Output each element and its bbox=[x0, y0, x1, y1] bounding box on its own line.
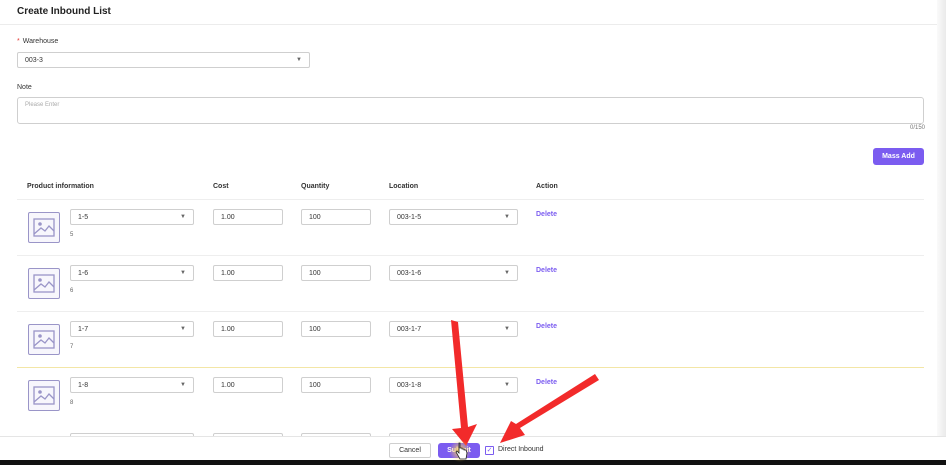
chevron-down-icon: ▼ bbox=[504, 270, 510, 276]
location-select[interactable]: 003-1-6 ▼ bbox=[389, 265, 518, 281]
chevron-down-icon: ▼ bbox=[180, 270, 186, 276]
quantity-input[interactable]: 100 bbox=[301, 377, 371, 393]
delete-link[interactable]: Delete bbox=[536, 267, 557, 274]
location-select[interactable]: 003-1-7 ▼ bbox=[389, 321, 518, 337]
title-divider bbox=[0, 24, 946, 25]
note-char-counter: 0/150 bbox=[909, 125, 925, 131]
direct-inbound-checkbox[interactable]: ✓ bbox=[485, 446, 494, 455]
image-placeholder-icon bbox=[28, 324, 60, 355]
quantity-input[interactable]: 100 bbox=[301, 265, 371, 281]
product-select[interactable]: 1-5 ▼ bbox=[70, 209, 194, 225]
product-sub-label: 5 bbox=[70, 232, 74, 238]
chevron-down-icon: ▼ bbox=[180, 214, 186, 220]
col-header-action: Action bbox=[536, 183, 558, 190]
location-select[interactable]: 003-1-5 ▼ bbox=[389, 209, 518, 225]
chevron-down-icon: ▼ bbox=[296, 57, 302, 63]
col-header-product: Product information bbox=[27, 183, 94, 190]
submit-button[interactable]: Submit bbox=[438, 443, 480, 458]
checkmark-icon: ✓ bbox=[486, 447, 493, 454]
chevron-down-icon: ▼ bbox=[504, 382, 510, 388]
product-value: 1-6 bbox=[78, 269, 89, 277]
delete-link[interactable]: Delete bbox=[536, 323, 557, 330]
location-select[interactable]: 003-1-8 ▼ bbox=[389, 377, 518, 393]
warehouse-select[interactable]: 003-3 ▼ bbox=[17, 52, 310, 68]
product-sub-label: 6 bbox=[70, 288, 74, 294]
mass-add-button[interactable]: Mass Add bbox=[873, 148, 924, 165]
cancel-button[interactable]: Cancel bbox=[389, 443, 431, 458]
cost-input[interactable]: 1.00 bbox=[213, 377, 283, 393]
image-placeholder-icon bbox=[28, 212, 60, 243]
required-marker: * bbox=[17, 38, 20, 45]
direct-inbound-label: Direct Inbound bbox=[498, 446, 544, 453]
cost-input[interactable]: 1.00 bbox=[213, 321, 283, 337]
chevron-down-icon: ▼ bbox=[504, 326, 510, 332]
note-label: Note bbox=[17, 84, 32, 91]
image-placeholder-icon bbox=[28, 268, 60, 299]
bottom-edge-bar bbox=[0, 460, 946, 465]
product-value: 1-7 bbox=[78, 325, 89, 333]
product-sub-label: 8 bbox=[70, 400, 74, 406]
product-select[interactable]: 1-8 ▼ bbox=[70, 377, 194, 393]
delete-link[interactable]: Delete bbox=[536, 379, 557, 386]
location-value: 003-1-5 bbox=[397, 213, 422, 221]
cost-input[interactable]: 1.00 bbox=[213, 265, 283, 281]
delete-link[interactable]: Delete bbox=[536, 211, 557, 218]
location-value: 003-1-8 bbox=[397, 381, 422, 389]
product-sub-label: 7 bbox=[70, 344, 74, 350]
quantity-input[interactable]: 100 bbox=[301, 321, 371, 337]
product-select[interactable]: 1-6 ▼ bbox=[70, 265, 194, 281]
col-header-cost: Cost bbox=[213, 183, 229, 190]
col-header-location: Location bbox=[389, 183, 419, 190]
location-value: 003-1-7 bbox=[397, 325, 422, 333]
table-row: 1-7 ▼ 7 1.00 100 003-1-7 ▼ Delete bbox=[17, 312, 924, 368]
warehouse-label: Warehouse bbox=[22, 38, 59, 45]
chevron-down-icon: ▼ bbox=[504, 214, 510, 220]
footer-bar: Cancel Submit ✓ Direct Inbound bbox=[0, 436, 946, 460]
location-value: 003-1-6 bbox=[397, 269, 422, 277]
product-value: 1-5 bbox=[78, 213, 89, 221]
warehouse-value: 003-3 bbox=[25, 56, 43, 64]
note-textarea[interactable]: Please Enter bbox=[17, 97, 924, 124]
table-row: 1-6 ▼ 6 1.00 100 003-1-6 ▼ Delete bbox=[17, 256, 924, 312]
chevron-down-icon: ▼ bbox=[180, 326, 186, 332]
table-row: 1-5 ▼ 5 1.00 100 003-1-5 ▼ Delete bbox=[17, 200, 924, 256]
product-value: 1-8 bbox=[78, 381, 89, 389]
table-row: 1-8 ▼ 8 1.00 100 003-1-8 ▼ Delete bbox=[17, 368, 924, 424]
quantity-input[interactable]: 100 bbox=[301, 209, 371, 225]
warehouse-label-wrapper: * Warehouse bbox=[17, 38, 58, 45]
product-select[interactable]: 1-7 ▼ bbox=[70, 321, 194, 337]
note-placeholder: Please Enter bbox=[25, 102, 60, 108]
image-placeholder-icon bbox=[28, 380, 60, 411]
scrollbar-track[interactable] bbox=[937, 0, 946, 460]
cost-input[interactable]: 1.00 bbox=[213, 209, 283, 225]
chevron-down-icon: ▼ bbox=[180, 382, 186, 388]
col-header-quantity: Quantity bbox=[301, 183, 330, 190]
page-title: Create Inbound List bbox=[17, 6, 111, 17]
